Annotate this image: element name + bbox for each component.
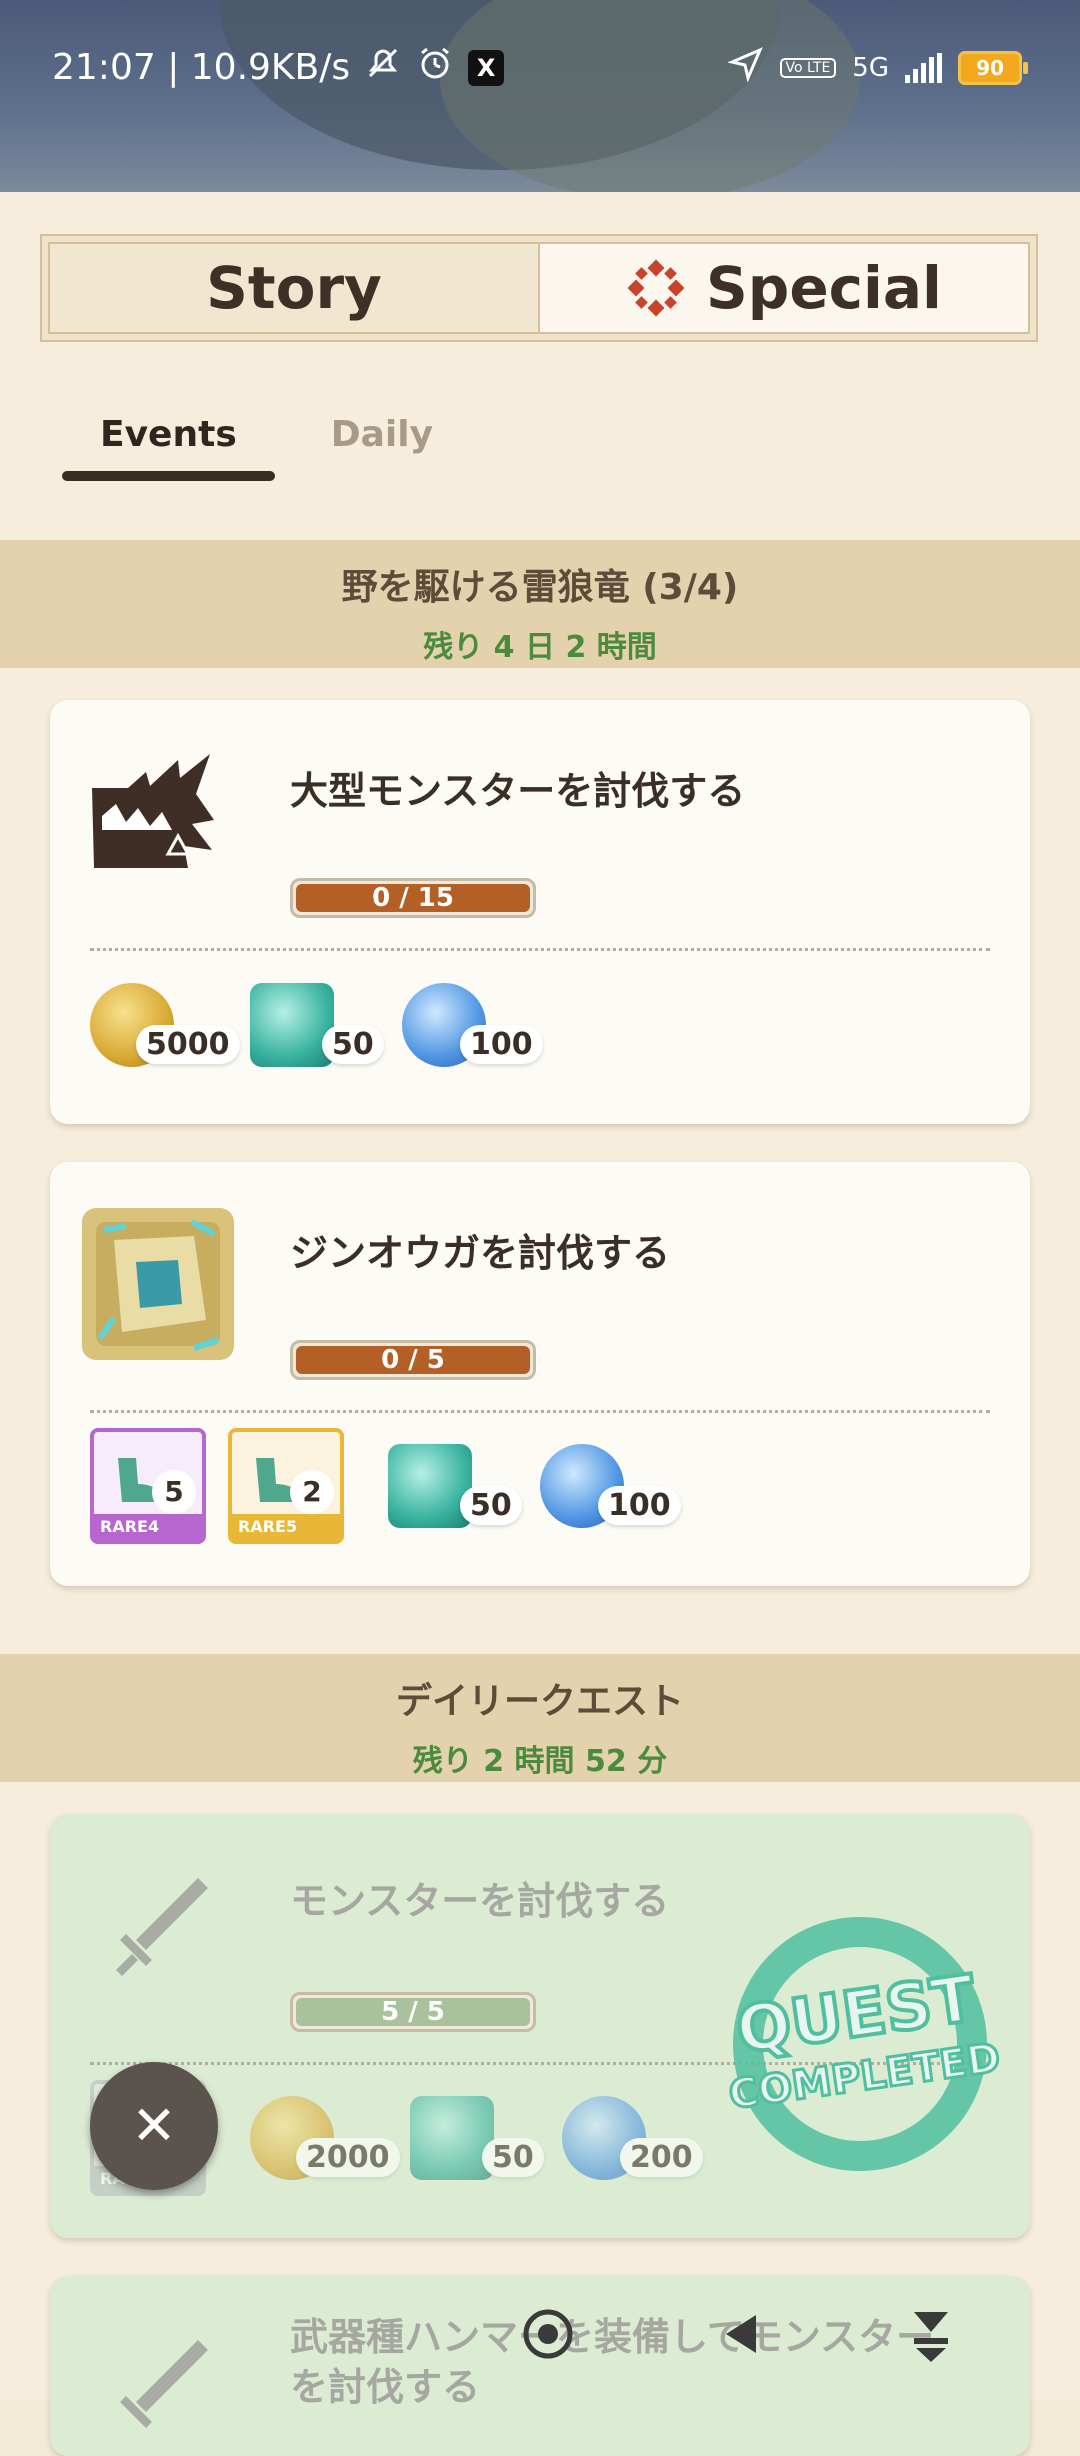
progress-text: 0 / 15 <box>372 884 454 912</box>
close-icon: ✕ <box>131 2094 177 2157</box>
rarity-tag: RARE4 <box>94 1514 202 1540</box>
event-section-header: 野を駆ける雷狼竜 (3/4) 残り 4 日 2 時間 <box>0 540 1080 668</box>
green-gem-icon <box>250 983 334 1067</box>
quest-completed-stamp: QUEST COMPLETED <box>725 1917 1005 2171</box>
reward-qty: 2 <box>290 1470 334 1514</box>
reward-item[interactable]: 2000 <box>250 2093 400 2183</box>
quest-title: 大型モンスターを討伐する <box>290 769 746 813</box>
hide-nav-icon[interactable] <box>906 2304 956 2368</box>
large-monster-icon <box>88 750 218 878</box>
alarm-icon <box>416 44 454 91</box>
reward-item[interactable]: 50 <box>250 980 384 1070</box>
time-speed: 21:07 | 10.9KB/s <box>52 47 351 88</box>
reward-qty: 50 <box>482 2138 544 2177</box>
reward-qty: 5 <box>152 1470 196 1514</box>
quest-card[interactable]: ジンオウガを討伐する 0 / 5 5 RARE4 2 RARE5 50 100 <box>50 1162 1030 1586</box>
reward-qty: 50 <box>322 1025 384 1064</box>
reward-qty: 100 <box>460 1025 543 1064</box>
rarity-tag: RARE5 <box>232 1514 340 1540</box>
quest-screen: Story Special Events Daily 野を駆ける雷狼竜 (3/4… <box>0 192 1080 2456</box>
daily-remaining-time: 残り 2 時間 52 分 <box>412 1744 668 1779</box>
tab-daily[interactable]: Daily <box>331 414 471 481</box>
reward-item[interactable]: 5 RARE4 <box>90 1428 206 1544</box>
reward-item[interactable]: 5000 <box>90 980 240 1070</box>
reward-list: 5000 50 100 <box>90 980 543 1070</box>
volte-badge: Vo LTE <box>779 57 837 78</box>
signal-icon <box>905 52 942 83</box>
quest-title: ジンオウガを討伐する <box>290 1231 671 1275</box>
reward-qty: 5000 <box>136 1025 240 1064</box>
event-remaining-time: 残り 4 日 2 時間 <box>423 630 657 665</box>
reward-item[interactable]: 50 <box>410 2093 544 2183</box>
reward-list: 5 RARE4 2 RARE5 50 100 <box>90 1428 681 1544</box>
daily-title: デイリークエスト <box>395 1681 684 1722</box>
tab-events[interactable]: Events <box>62 414 275 481</box>
quest-progress-bar: 0 / 5 <box>290 1340 536 1380</box>
reward-item[interactable]: 200 <box>562 2093 703 2183</box>
divider <box>90 1410 990 1413</box>
event-title: 野を駆ける雷狼竜 (3/4) <box>341 567 739 608</box>
status-right: Vo LTE 5G 90 <box>726 46 1028 89</box>
navigation-bar <box>520 2304 956 2368</box>
daily-quest-card[interactable]: モンスターを討伐する 5 / 5 5 RARE1 2000 50 200 <box>50 1814 1030 2238</box>
progress-text: 0 / 5 <box>381 1346 445 1374</box>
quest-progress-bar: 0 / 15 <box>290 878 536 918</box>
reward-qty: 2000 <box>296 2138 400 2177</box>
daily-section-header: デイリークエスト 残り 2 時間 52 分 <box>0 1654 1080 1782</box>
status-left: 21:07 | 10.9KB/s X <box>52 44 505 91</box>
reward-item[interactable]: 100 <box>402 980 543 1070</box>
sub-tabs: Events Daily <box>62 414 471 481</box>
close-button[interactable]: ✕ <box>90 2062 218 2190</box>
back-icon[interactable] <box>716 2309 766 2363</box>
green-gem-icon <box>388 1444 472 1528</box>
tab-story[interactable]: Story <box>50 244 540 332</box>
tab-special-label: Special <box>706 254 942 322</box>
special-emblem-icon <box>626 258 686 318</box>
reward-qty: 50 <box>460 1486 522 1525</box>
divider <box>90 948 990 951</box>
tab-special[interactable]: Special <box>540 244 1028 332</box>
sword-icon <box>102 2334 214 2450</box>
tab-story-label: Story <box>206 254 382 322</box>
progress-text: 5 / 5 <box>381 1998 445 2026</box>
reward-qty: 200 <box>620 2138 703 2177</box>
mode-segment: Story Special <box>40 234 1038 342</box>
location-icon <box>726 46 764 89</box>
quest-progress-bar: 5 / 5 <box>290 1992 536 2032</box>
battery-indicator: 90 <box>958 50 1028 85</box>
reward-qty: 100 <box>598 1486 681 1525</box>
mute-icon <box>364 44 402 91</box>
green-gem-icon <box>410 2096 494 2180</box>
network-type: 5G <box>852 52 889 83</box>
sword-icon <box>102 1872 214 1988</box>
reward-item[interactable]: 2 RARE5 <box>228 1428 344 1544</box>
zinogre-icon <box>74 1200 242 1372</box>
quest-title: モンスターを討伐する <box>290 1879 670 1923</box>
reward-item[interactable]: 50 <box>388 1441 522 1531</box>
quest-card[interactable]: 大型モンスターを討伐する 0 / 15 5000 50 100 <box>50 700 1030 1124</box>
status-bar: 21:07 | 10.9KB/s X Vo LTE 5G 90 <box>0 0 1080 192</box>
home-icon[interactable] <box>520 2306 576 2366</box>
x-app-icon: X <box>468 49 505 86</box>
background-art-2 <box>440 0 860 192</box>
reward-item[interactable]: 100 <box>540 1441 681 1531</box>
quest-title-line-2: を討伐する <box>290 2365 481 2409</box>
